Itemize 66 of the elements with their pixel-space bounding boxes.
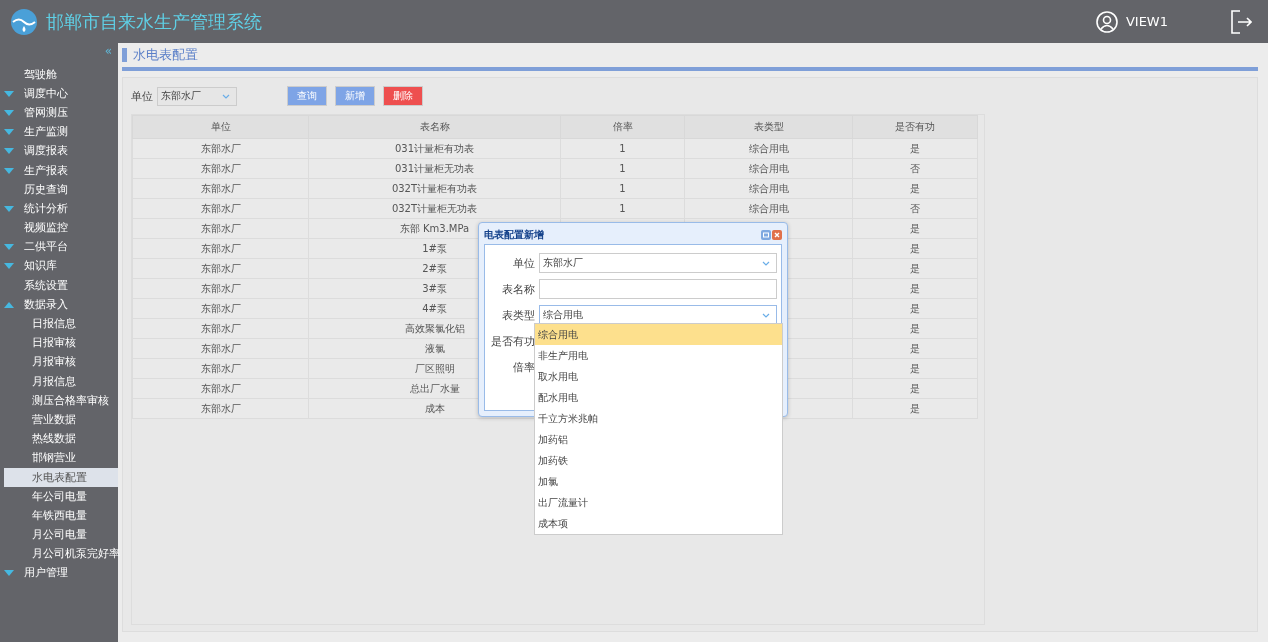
sidebar-item[interactable]: 热线数据 [4,429,118,449]
sidebar-item[interactable]: 月报信息 [4,372,118,392]
chevron-down-icon [222,93,230,99]
sidebar-item[interactable]: 统计分析 [0,199,118,219]
table-cell: 东部水厂 [132,378,309,399]
sidebar-item[interactable]: 月公司电量 [4,525,118,545]
sidebar-item[interactable]: 知识库 [0,256,118,277]
column-header: 倍率 [560,115,685,139]
sidebar-item[interactable]: 驾驶舱 [0,65,118,85]
table-cell: 东部水厂 [132,298,309,319]
page-title: 水电表配置 [133,46,198,64]
sidebar-item[interactable]: 测压合格率审核 [4,391,118,411]
sidebar-item[interactable]: 系统设置 [0,276,118,296]
water-logo-icon [10,7,38,36]
sidebar-item[interactable]: 月报审核 [4,352,118,372]
filter-label: 单位 [131,88,153,104]
table-cell: 东部水厂 [132,318,309,339]
sidebar-item[interactable]: 调度报表 [0,141,118,161]
user-icon[interactable] [1095,10,1118,33]
user-name[interactable]: VIEW1 [1125,14,1168,29]
table-cell: 东部水厂 [132,198,309,219]
table-cell: 东部水厂 [132,338,309,359]
input-field[interactable] [539,279,777,299]
table-cell: 东部水厂 [132,218,309,239]
sidebar-item[interactable]: 二供平台 [0,237,118,257]
sidebar-item[interactable]: 视频监控 [0,218,118,238]
maximize-icon[interactable] [761,230,771,240]
column-header: 是否有功 [852,115,978,139]
column-header: 单位 [132,115,309,139]
sidebar-item[interactable]: 历史查询 [0,180,118,200]
chevron-down-icon [762,260,770,266]
select-field[interactable]: 综合用电 [539,305,777,325]
unit-select[interactable]: 东部水厂 [157,86,237,106]
select-field[interactable]: 东部水厂 [539,253,777,273]
field-label: 表名称 [501,281,535,297]
sidebar-item[interactable]: 用户管理 [0,563,118,584]
sidebar-item[interactable]: 年公司电量 [4,487,118,507]
sidebar-item[interactable]: 日报信息 [4,314,118,334]
column-header: 表名称 [308,115,561,139]
table-cell: 东部水厂 [132,178,309,199]
sidebar-item[interactable]: 生产报表 [0,160,118,181]
table-cell: 东部水厂 [132,398,309,419]
logout-icon[interactable] [1230,9,1252,34]
sidebar-item[interactable]: 数据录入 [0,295,118,315]
sidebar-item[interactable]: 邯钢营业 [4,448,118,468]
sidebar-item[interactable]: 生产监测 [0,122,118,142]
table-cell: 东部水厂 [132,238,309,259]
table-cell: 东部水厂 [132,258,309,279]
close-icon[interactable] [772,230,782,240]
dropdown-option[interactable]: 综合用电 [535,324,782,345]
sidebar-item[interactable]: 管网测压 [0,103,118,123]
table-cell: 东部水厂 [132,358,309,379]
action-button[interactable]: 删除 [383,86,423,106]
sidebar-item[interactable]: 日报审核 [4,333,118,353]
chevron-down-icon [762,312,770,318]
sidebar-item[interactable]: 调度中心 [0,84,118,104]
app-title: 邯郸市自来水生产管理系统 [46,9,262,34]
field-label: 倍率 [512,359,535,375]
table-cell: 东部水厂 [132,158,309,179]
sidebar-item[interactable]: 水电表配置 [4,467,118,488]
sidebar-item[interactable]: 营业数据 [4,410,118,430]
table-cell: 东部水厂 [132,138,309,159]
table-cell: 东部水厂 [132,278,309,299]
title-marker [122,48,127,62]
column-header: 表类型 [684,115,853,139]
sidebar-item[interactable]: 年铁西电量 [4,506,118,526]
